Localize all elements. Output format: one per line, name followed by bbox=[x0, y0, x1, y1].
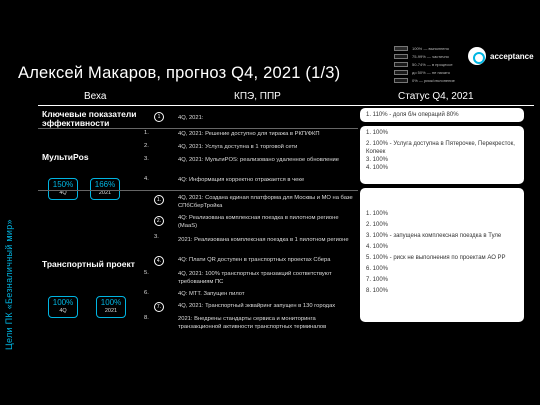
legend-swatch bbox=[394, 61, 408, 67]
metric-percent: 150% bbox=[52, 180, 74, 189]
column-header-status: Статус Q4, 2021 bbox=[398, 91, 474, 102]
status-line: 4. 100% bbox=[366, 165, 389, 171]
status-line: 1. 100% bbox=[366, 211, 389, 217]
logo-mark-icon bbox=[468, 47, 486, 65]
status-line: 7. 100% bbox=[366, 277, 389, 283]
legend-text: 0% — риск/отклонение bbox=[412, 77, 455, 83]
kpi-text: 4Q, 2021: Услуга доступна в 1 торговой с… bbox=[178, 144, 298, 150]
legend-row: 50-74% — в процессе bbox=[394, 60, 464, 68]
kpi-text: 4Q: Реализована комплексная поездка в пи… bbox=[178, 215, 339, 229]
transport-metric-2021: 100% 2021 bbox=[96, 296, 126, 318]
legend-text: до 50% — не начато bbox=[412, 69, 451, 75]
legend-row: 0% — риск/отклонение bbox=[394, 76, 464, 84]
column-header-kpi: КПЭ, ППР bbox=[234, 91, 281, 102]
legend-row: 100% — выполнено bbox=[394, 44, 464, 52]
kpi-number: 1. bbox=[154, 195, 164, 205]
kpi-number: 4. bbox=[144, 176, 149, 182]
kpi-number: 5. bbox=[144, 270, 149, 276]
metric-period: 4Q bbox=[59, 190, 67, 196]
kpi-text: 4Q, 2021: Решение доступно для тиража в … bbox=[178, 131, 320, 137]
status-line: 3. 100% - запущена комплексная поездка в… bbox=[366, 233, 502, 239]
status-line: 8. 100% bbox=[366, 288, 389, 294]
row-divider bbox=[38, 128, 358, 129]
kpi-number: 1. bbox=[144, 130, 149, 136]
legend-swatch bbox=[394, 77, 408, 83]
kpi-text: 2021: Реализована комплексная поездка в … bbox=[178, 237, 349, 243]
transport-metric-4q: 100% 4Q bbox=[48, 296, 78, 318]
kpi-text: 2021: Внедрены стандарты сервиса и монит… bbox=[178, 316, 327, 330]
legend-text: 50-74% — в процессе bbox=[412, 61, 453, 67]
legend-row: 75-99% — частично bbox=[394, 52, 464, 60]
kpi-number: 3. bbox=[154, 234, 159, 240]
logo-name: acceptance bbox=[490, 51, 534, 61]
kpi-section-label: Ключевые показатели эффективности bbox=[42, 109, 137, 128]
metric-percent: 166% bbox=[94, 180, 116, 189]
metric-period: 2021 bbox=[104, 308, 118, 314]
vertical-goal-label: Цели ПК «Безналичный мир» bbox=[4, 150, 18, 350]
kpi-status-panel: 1. 110% - доля б/н операций 80% bbox=[360, 108, 524, 122]
kpi-text: 4Q: Плати QR доступен в транспортных про… bbox=[178, 257, 331, 263]
kpi-number: 4. bbox=[154, 256, 164, 266]
page-title: Алексей Макаров, прогноз Q4, 2021 (1/3) bbox=[18, 64, 341, 82]
multipos-metric-2021: 166% 2021 bbox=[90, 178, 120, 200]
kpi-text: 4Q, 2021: Транспортный эквайринг запущен… bbox=[178, 303, 336, 309]
status-line: 5. 100% - риск не выполнения по проектам… bbox=[366, 255, 506, 261]
kpi-number: 7. bbox=[154, 302, 164, 312]
status-line: 6. 100% bbox=[366, 266, 389, 272]
legend-row: до 50% — не начато bbox=[394, 68, 464, 76]
metric-period: 4Q bbox=[59, 308, 67, 314]
kpi-number: 2. bbox=[144, 143, 149, 149]
kpi-text: 4Q, 2021: Создана единая платформа для М… bbox=[178, 195, 353, 209]
status-line: 4. 100% bbox=[366, 244, 389, 250]
vertical-goal-text: Цели ПК «Безналичный мир» bbox=[4, 219, 14, 350]
kpi-text: 4Q: МТТ. Запущен пилот bbox=[178, 291, 245, 297]
kpi-item-number: 1 bbox=[154, 112, 164, 122]
kpi-text: 4Q, 2021: МультиPOS: реализовано удаленн… bbox=[178, 157, 339, 163]
status-line: 2. 100% bbox=[366, 222, 389, 228]
kpi-item-text: 4Q, 2021: bbox=[178, 115, 204, 121]
legend-swatch bbox=[394, 69, 408, 75]
header-divider bbox=[38, 105, 534, 106]
legend-text: 100% — выполнено bbox=[412, 45, 449, 51]
transport-section-label: Транспортный проект bbox=[42, 259, 135, 269]
multipos-status-panel: 1. 100% 2. 100% - Услуга доступна в Пяте… bbox=[360, 126, 524, 184]
kpi-number: 6. bbox=[144, 290, 149, 296]
metric-percent: 100% bbox=[100, 298, 122, 307]
status-line: 3. 100% bbox=[366, 157, 389, 163]
status-line: 1. 100% bbox=[366, 130, 389, 136]
row-divider bbox=[38, 190, 358, 191]
legend-text: 75-99% — частично bbox=[412, 53, 449, 59]
kpi-text: 4Q: Информация корректно отражается в че… bbox=[178, 177, 305, 183]
kpi-number: 8. bbox=[144, 315, 149, 321]
kpi-number: 2. bbox=[154, 216, 164, 226]
metric-percent: 100% bbox=[52, 298, 74, 307]
transport-status-panel: 1. 100% 2. 100% 3. 100% - запущена компл… bbox=[360, 188, 524, 322]
legend-swatch bbox=[394, 53, 408, 59]
legend-swatch bbox=[394, 45, 408, 51]
multipos-metric-4q: 150% 4Q bbox=[48, 178, 78, 200]
status-line: 2. 100% - Услуга доступна в Пятерочке, П… bbox=[366, 141, 515, 155]
kpi-text: 4Q, 2021: 100% транспортных транзакций с… bbox=[178, 271, 332, 285]
column-header-milestones: Веха bbox=[84, 91, 107, 102]
metric-period: 2021 bbox=[98, 190, 112, 196]
status-legend: 100% — выполнено 75-99% — частично 50-74… bbox=[394, 44, 464, 84]
kpi-status-line: 1. 110% - доля б/н операций 80% bbox=[366, 112, 459, 118]
company-logo: acceptance bbox=[468, 47, 534, 65]
kpi-number: 3. bbox=[144, 156, 149, 162]
multipos-section-label: МультиPos bbox=[42, 152, 89, 162]
